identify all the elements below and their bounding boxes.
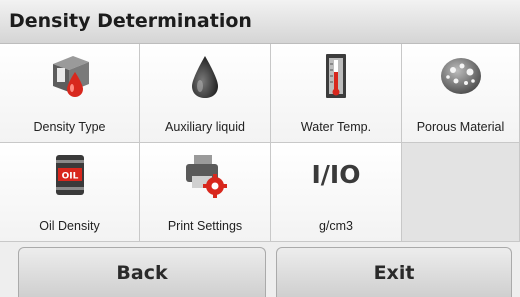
liquid-drop-icon	[192, 56, 218, 98]
menu-item-print-settings[interactable]: Print Settings	[140, 143, 271, 242]
io-icon-text: I/IO	[312, 160, 361, 189]
empty-cell	[402, 143, 520, 242]
menu-item-auxiliary-liquid[interactable]: Auxiliary liquid	[140, 44, 271, 143]
menu-item-label: Print Settings	[167, 219, 243, 233]
menu-item-label: Auxiliary liquid	[165, 120, 245, 134]
back-button[interactable]: Back	[18, 247, 266, 297]
thermometer-icon	[326, 54, 346, 98]
menu-item-water-temp[interactable]: Water Temp.	[271, 44, 402, 143]
porous-stone-icon	[440, 58, 481, 94]
io-icon: I/IO	[312, 160, 361, 189]
oil-icon-text: OIL	[61, 172, 78, 182]
menu-item-label: Porous Material	[416, 120, 505, 134]
density-type-icon	[52, 56, 89, 97]
menu-item-density-type[interactable]: Density Type	[0, 44, 140, 143]
menu-item-label: Water Temp.	[300, 120, 372, 134]
menu-item-label: Oil Density	[39, 219, 100, 233]
menu-item-label: g/cm3	[318, 219, 354, 233]
title-bar: Density Determination	[0, 0, 520, 44]
menu-item-label: Density Type	[33, 120, 106, 134]
menu-item-oil-density[interactable]: OIL Oil Density	[0, 143, 140, 242]
page-title: Density Determination	[9, 10, 252, 32]
oil-barrel-icon: OIL	[55, 155, 84, 195]
printer-gear-icon	[186, 155, 227, 198]
menu-item-porous-material[interactable]: Porous Material	[402, 44, 520, 143]
menu-item-units[interactable]: I/IO g/cm3	[271, 143, 402, 242]
menu-grid: Density Type Auxiliary liquid Water Temp…	[0, 44, 520, 242]
exit-button[interactable]: Exit	[276, 247, 512, 297]
